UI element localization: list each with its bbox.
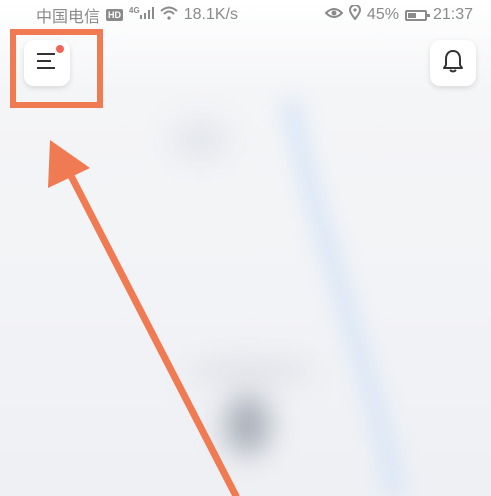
battery-percent: 45% (366, 6, 399, 23)
status-right: 45% 21:37 (324, 4, 473, 25)
notifications-button[interactable] (430, 40, 476, 86)
location-icon (348, 4, 361, 25)
bell-icon (442, 49, 464, 78)
annotation-highlight-box (10, 29, 103, 108)
eye-icon (324, 6, 344, 24)
wifi-icon (160, 6, 178, 25)
carrier-name: 中国电信 (36, 9, 101, 26)
battery-icon (404, 9, 430, 21)
clock: 21:37 (432, 6, 473, 23)
cellular-signal-icon: 4G (129, 6, 154, 24)
map-blob (170, 120, 230, 160)
status-bar: 中国电信 HD 4G 18.1K/s 45% 21:37 (0, 0, 491, 30)
status-left: 中国电信 HD 4G 18.1K/s (36, 3, 238, 27)
battery-fill (407, 12, 417, 18)
hd-badge: HD (106, 9, 124, 21)
network-type: 4G (129, 6, 140, 15)
map-blob (185, 360, 315, 382)
network-speed: 18.1K/s (183, 6, 238, 23)
location-marker-blur (225, 395, 270, 455)
